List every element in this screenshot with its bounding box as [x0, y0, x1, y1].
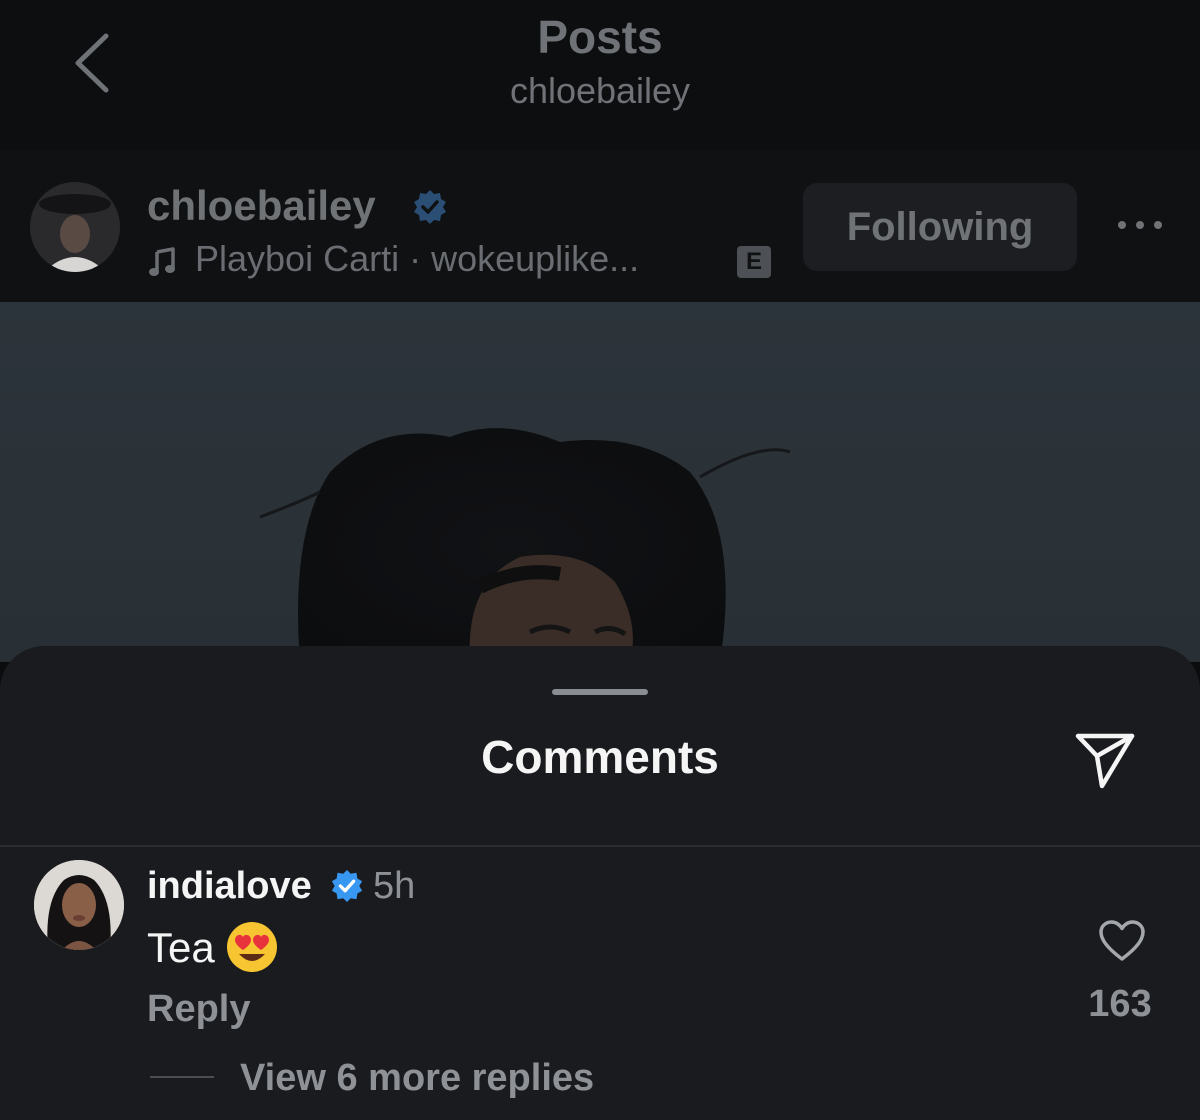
send-icon[interactable] — [1072, 726, 1138, 792]
comments-title: Comments — [481, 731, 719, 783]
comment-timestamp: 5h — [373, 865, 416, 907]
page-subtitle: chloebailey — [509, 70, 691, 111]
comment-avatar[interactable] — [34, 860, 124, 950]
top-navigation-bar: Posts chloebailey — [0, 0, 1200, 150]
avatar[interactable] — [30, 182, 120, 272]
comments-sheet: Comments indialove 5h Tea Reply 163 View… — [0, 646, 1200, 1120]
heart-eyes-emoji-icon — [227, 922, 277, 972]
divider — [0, 845, 1200, 847]
post-header: chloebailey Playboi Carti · wokeuplike..… — [0, 150, 1200, 302]
verified-badge-icon — [414, 190, 446, 224]
music-track-link[interactable]: Playboi Carti · wokeuplike... — [195, 238, 639, 280]
explicit-badge: E — [737, 246, 771, 278]
page-title: Posts — [537, 11, 663, 63]
reply-button[interactable]: Reply — [147, 988, 250, 1031]
heart-icon[interactable] — [1098, 919, 1146, 963]
sheet-drag-handle[interactable] — [552, 689, 648, 695]
post-username[interactable]: chloebailey — [147, 182, 376, 230]
like-count: 163 — [1088, 983, 1152, 1025]
view-replies-button[interactable]: View 6 more replies — [240, 1057, 594, 1100]
verified-badge-icon — [331, 869, 363, 903]
post-image[interactable] — [0, 302, 1200, 662]
post-photo — [259, 428, 791, 662]
more-horizontal-icon[interactable] — [1112, 210, 1168, 240]
commenter-photo — [34, 860, 124, 950]
music-note-icon — [149, 247, 175, 276]
following-button[interactable]: Following — [803, 183, 1077, 271]
profile-photo — [30, 182, 120, 272]
comment-username[interactable]: indialove — [147, 865, 312, 908]
comment-text: Tea — [147, 924, 215, 971]
replies-divider — [150, 1076, 214, 1078]
